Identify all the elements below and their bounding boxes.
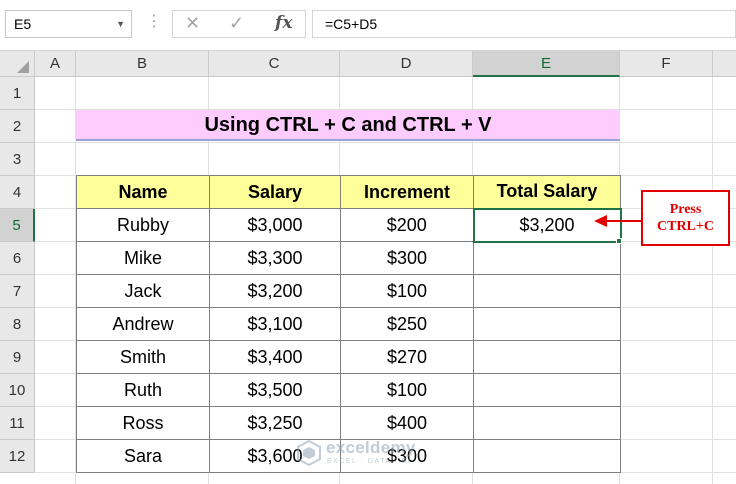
cell-salary[interactable]: $3,400	[209, 340, 341, 374]
cell-total-salary[interactable]	[473, 340, 621, 374]
cell-name[interactable]: Mike	[76, 241, 210, 275]
name-box-dropdown-icon[interactable]: ▼	[116, 11, 125, 37]
table-row: Ruth $3,500 $100	[76, 373, 621, 407]
exceldemy-logo-icon	[297, 440, 321, 466]
cell-name[interactable]: Andrew	[76, 307, 210, 341]
row-header-12[interactable]: 12	[0, 440, 35, 473]
row-header-4[interactable]: 4	[0, 176, 35, 209]
name-box-value: E5	[14, 16, 32, 32]
cell-total-salary[interactable]	[473, 406, 621, 440]
cell-salary[interactable]: $3,500	[209, 373, 341, 407]
formula-bar-buttons: ✕ ✓ fx	[172, 10, 306, 38]
cell-increment[interactable]: $400	[340, 406, 474, 440]
column-header-bar: A B C D E F	[0, 50, 736, 77]
cell-total-salary[interactable]	[473, 439, 621, 473]
formula-bar: E5 ▼ ⋮ ✕ ✓ fx =C5+D5	[0, 0, 736, 50]
cell-increment[interactable]: $300	[340, 241, 474, 275]
cell-total-salary[interactable]	[473, 241, 621, 275]
cell-name[interactable]: Smith	[76, 340, 210, 374]
row-header-7[interactable]: 7	[0, 275, 35, 308]
table-row: Rubby $3,000 $200 $3,200	[76, 207, 622, 243]
cell-total-salary[interactable]	[473, 373, 621, 407]
table-header-row: Name Salary Increment Total Salary	[76, 175, 621, 209]
salary-table: Name Salary Increment Total Salary Rubby…	[76, 175, 622, 473]
column-header-f[interactable]: F	[620, 51, 713, 77]
table-row: Mike $3,300 $300	[76, 241, 621, 275]
watermark: exceldemy EXCEL · DATA · BI	[296, 436, 476, 472]
row-header-6[interactable]: 6	[0, 242, 35, 275]
row-header-2[interactable]: 2	[0, 110, 35, 143]
header-name[interactable]: Name	[76, 175, 210, 209]
cell-total-salary[interactable]	[473, 307, 621, 341]
sheet-title[interactable]: Using CTRL + C and CTRL + V	[76, 110, 620, 141]
cell-increment[interactable]: $200	[340, 208, 474, 242]
table-row: Andrew $3,100 $250	[76, 307, 621, 341]
cell-salary[interactable]: $3,200	[209, 274, 341, 308]
cell-salary[interactable]: $3,100	[209, 307, 341, 341]
cell-name[interactable]: Sara	[76, 439, 210, 473]
formula-input[interactable]: =C5+D5	[312, 10, 736, 38]
callout-line-1: Press	[669, 202, 702, 217]
callout-arrow-icon	[594, 215, 642, 227]
column-header-c[interactable]: C	[209, 51, 340, 77]
formula-bar-resize-icon[interactable]: ⋮	[146, 12, 162, 32]
row-header-1[interactable]: 1	[0, 77, 35, 110]
row-header-9[interactable]: 9	[0, 341, 35, 374]
header-total-salary[interactable]: Total Salary	[473, 175, 621, 209]
column-header-a[interactable]: A	[35, 51, 76, 77]
cell-name[interactable]: Jack	[76, 274, 210, 308]
cancel-icon[interactable]: ✕	[185, 13, 200, 34]
cell-increment[interactable]: $270	[340, 340, 474, 374]
name-box[interactable]: E5 ▼	[5, 10, 132, 38]
column-header-d[interactable]: D	[340, 51, 473, 77]
fill-handle[interactable]	[616, 238, 622, 244]
row-header-11[interactable]: 11	[0, 407, 35, 440]
select-all-corner[interactable]	[0, 51, 35, 77]
row-header-3[interactable]: 3	[0, 143, 35, 176]
header-increment[interactable]: Increment	[340, 175, 474, 209]
cell-salary[interactable]: $3,300	[209, 241, 341, 275]
insert-function-icon[interactable]: fx	[275, 13, 292, 33]
table-row: Jack $3,200 $100	[76, 274, 621, 308]
annotation-callout: Press CTRL+C	[641, 190, 730, 246]
watermark-tagline: EXCEL · DATA · BI	[327, 458, 412, 465]
row-header-8[interactable]: 8	[0, 308, 35, 341]
cell-salary[interactable]: $3,000	[209, 208, 341, 242]
cell-salary[interactable]: $3,250	[209, 406, 341, 440]
cell-name[interactable]: Rubby	[76, 208, 210, 242]
cell-increment[interactable]: $100	[340, 274, 474, 308]
column-header-e[interactable]: E	[473, 51, 620, 77]
cell-increment[interactable]: $100	[340, 373, 474, 407]
header-salary[interactable]: Salary	[209, 175, 341, 209]
select-all-icon	[17, 61, 29, 73]
row-header-5[interactable]: 5	[0, 209, 35, 242]
cell-name[interactable]: Ruth	[76, 373, 210, 407]
cell-increment[interactable]: $250	[340, 307, 474, 341]
row-header-10[interactable]: 10	[0, 374, 35, 407]
table-row: Smith $3,400 $270	[76, 340, 621, 374]
callout-line-2: CTRL+C	[657, 219, 714, 234]
cell-total-salary[interactable]	[473, 274, 621, 308]
enter-icon[interactable]: ✓	[229, 13, 244, 34]
table-row: Ross $3,250 $400	[76, 406, 621, 440]
cell-name[interactable]: Ross	[76, 406, 210, 440]
watermark-name: exceldemy	[326, 438, 416, 457]
column-header-b[interactable]: B	[76, 51, 209, 77]
